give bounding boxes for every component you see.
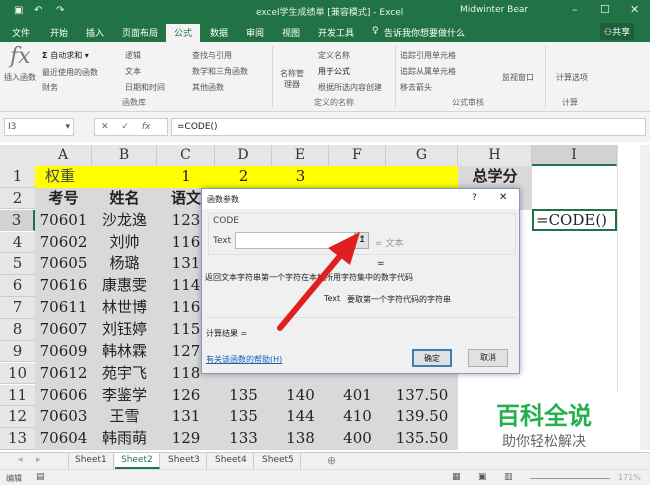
add-sheet-icon[interactable]: ⊕: [327, 454, 336, 467]
zoom-level[interactable]: 171%: [618, 473, 641, 482]
watermark-main: 百科全说: [496, 402, 592, 430]
page-break-icon[interactable]: ▥: [504, 472, 513, 482]
next-sheet-icon[interactable]: ▸: [36, 455, 41, 465]
sheet-tab-3[interactable]: Sheet3: [162, 453, 207, 469]
sheet-tab-5[interactable]: Sheet5: [256, 453, 301, 469]
mode-indicator: 编辑: [6, 474, 22, 483]
sheet-tab-2[interactable]: Sheet2: [115, 453, 160, 469]
zoom-slider[interactable]: [530, 478, 610, 479]
sheet-tab-4[interactable]: Sheet4: [209, 453, 254, 469]
sheet-tab-1[interactable]: Sheet1: [68, 453, 114, 469]
normal-view-icon[interactable]: ▦: [452, 472, 461, 482]
status-bar: 编辑 ▤ ▦ ▣ ▥ 171%: [0, 469, 650, 485]
watermark: 百科全说 助你轻松解决: [463, 393, 625, 453]
page-layout-icon[interactable]: ▣: [478, 472, 487, 482]
macro-record-icon[interactable]: ▤: [36, 472, 45, 482]
watermark-sub: 助你轻松解决: [502, 434, 586, 450]
prev-sheet-icon[interactable]: ◂: [18, 455, 23, 465]
sheet-tab-bar: ◂ ▸ Sheet1 Sheet2 Sheet3 Sheet4 Sheet5 ⊕: [0, 452, 650, 469]
